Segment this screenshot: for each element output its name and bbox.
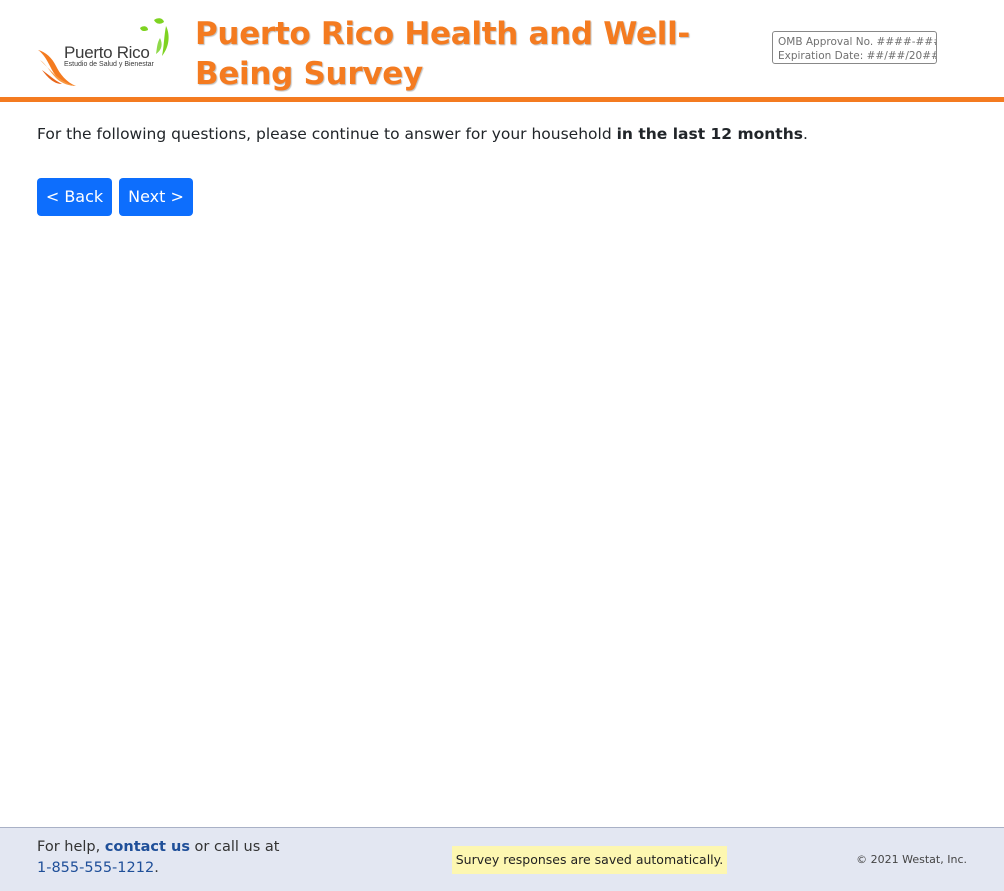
survey-page: Puerto Rico Estudio de Salud y Bienestar… <box>0 0 1004 891</box>
phone-link[interactable]: 1-855-555-1212 <box>37 860 154 876</box>
puerto-rico-logo: Puerto Rico Estudio de Salud y Bienestar <box>36 16 174 88</box>
logo-name: Puerto Rico <box>64 43 150 62</box>
instruction-emphasis: in the last 12 months <box>616 125 803 143</box>
copyright-text: © 2021 Westat, Inc. <box>856 853 967 866</box>
page-header: Puerto Rico Estudio de Salud y Bienestar… <box>0 0 1004 102</box>
next-button[interactable]: Next > <box>119 178 193 216</box>
help-text: For help, contact us or call us at 1-855-… <box>37 837 279 879</box>
instruction-period: . <box>802 125 808 143</box>
logo-tagline: Estudio de Salud y Bienestar <box>64 61 154 68</box>
phone-suffix: . <box>154 860 159 876</box>
page-title: Puerto Rico Health and Well-Being Survey <box>195 16 690 92</box>
omb-info-box: OMB Approval No. ####-#### Expiration Da… <box>772 31 937 64</box>
instruction-text: For the following questions, please cont… <box>37 125 617 143</box>
back-button[interactable]: < Back <box>37 178 112 216</box>
help-prefix: For help, <box>37 839 105 855</box>
autosave-notice: Survey responses are saved automatically… <box>452 846 727 874</box>
question-instruction: For the following questions, please cont… <box>37 122 977 146</box>
omb-approval-number: OMB Approval No. ####-#### <box>778 36 937 48</box>
omb-expiration-date: Expiration Date: ##/##/20## <box>778 50 937 62</box>
help-middle: or call us at <box>189 839 280 855</box>
page-footer: For help, contact us or call us at 1-855-… <box>0 827 1004 891</box>
contact-us-link[interactable]: contact us <box>105 839 190 855</box>
